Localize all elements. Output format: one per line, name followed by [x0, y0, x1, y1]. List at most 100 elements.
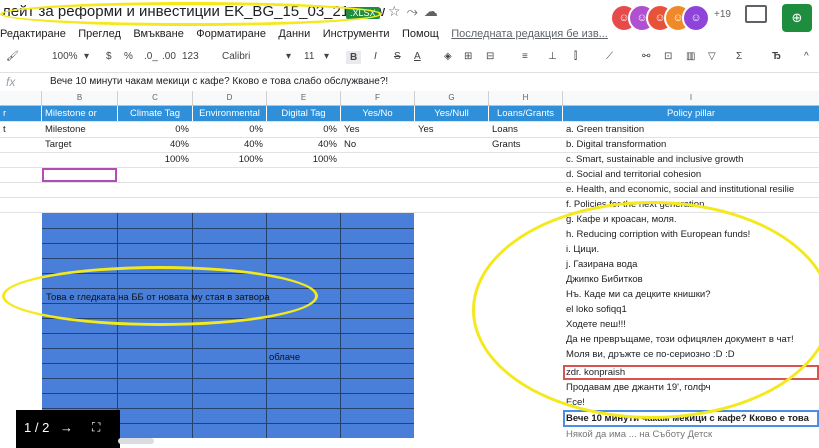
cell-c[interactable]: 40%: [118, 137, 192, 152]
paint-format-icon[interactable]: 🖌: [6, 51, 19, 62]
rotate-icon[interactable]: ⟋: [606, 51, 613, 62]
table-row: Target 40% 40% 40% No Grants b. Digital …: [0, 137, 819, 153]
row-header-corner[interactable]: [0, 91, 42, 105]
formula-content[interactable]: Вече 10 минути чакам мекици с кафе? Кков…: [50, 76, 388, 87]
move-icon[interactable]: ⤳: [407, 3, 424, 19]
column-header-i[interactable]: I: [563, 91, 819, 105]
cell-i[interactable]: c. Smart, sustainable and inclusive grow…: [563, 152, 819, 167]
column-header-e[interactable]: E: [267, 91, 341, 105]
cell-a[interactable]: t: [0, 122, 41, 137]
menu-help[interactable]: Помощ: [402, 28, 439, 40]
cell-c[interactable]: 0%: [118, 122, 192, 137]
font-chevron-down-icon[interactable]: ▾: [286, 51, 291, 62]
cell-i[interactable]: Някой да има ... на Съботу Детск: [563, 427, 819, 442]
comment-add-icon[interactable]: ⊡: [664, 51, 672, 62]
last-edit-link[interactable]: Последната редакция бе изв...: [451, 28, 608, 40]
grid-line: [42, 363, 414, 364]
cell-f[interactable]: No: [341, 137, 414, 152]
horizontal-scrollbar[interactable]: [118, 438, 154, 444]
cell-b[interactable]: Milestone: [42, 122, 117, 137]
cell-e-header[interactable]: Digital Tag: [267, 106, 340, 121]
cell-b-header[interactable]: Milestone or: [42, 106, 117, 121]
column-header-f[interactable]: F: [341, 91, 415, 105]
link-icon[interactable]: ⚯: [642, 51, 650, 62]
title-icons: ☆⤳☁: [388, 3, 444, 20]
italic-button[interactable]: I: [374, 51, 377, 62]
cell-i-header[interactable]: Policy pillar: [563, 106, 819, 121]
spreadsheet-grid[interactable]: r Milestone or Climate Tag Environmental…: [0, 106, 819, 448]
cell-a-header[interactable]: r: [0, 106, 41, 121]
cell-b[interactable]: Target: [42, 137, 117, 152]
comment-icon[interactable]: [745, 5, 767, 23]
zoom-select[interactable]: 100%: [52, 51, 78, 62]
cell-c-header[interactable]: Climate Tag: [118, 106, 192, 121]
size-chevron-down-icon[interactable]: ▾: [324, 51, 329, 62]
menu-format[interactable]: Форматиране: [196, 28, 266, 40]
percent-button[interactable]: %: [124, 51, 133, 62]
cell-e[interactable]: 40%: [267, 137, 340, 152]
valign-icon[interactable]: ⊥: [548, 51, 557, 62]
decrease-decimal-button[interactable]: .0_: [144, 51, 158, 62]
chart-icon[interactable]: ▥: [686, 51, 695, 62]
cell-e[interactable]: 100%: [267, 152, 340, 167]
menu-insert[interactable]: Вмъкване: [133, 28, 184, 40]
menu-tools[interactable]: Инструменти: [323, 28, 390, 40]
font-size-select[interactable]: 11: [304, 51, 314, 62]
cell-g[interactable]: Yes: [415, 122, 488, 137]
title-bar: лейт за реформи и инвестиции EK_BG_15_03…: [0, 0, 819, 32]
menu-edit[interactable]: Редактиране: [0, 28, 66, 40]
column-header-b[interactable]: B: [42, 91, 118, 105]
cell-d[interactable]: 100%: [193, 152, 266, 167]
next-arrow-icon[interactable]: →: [60, 420, 73, 435]
cell-f[interactable]: Yes: [341, 122, 414, 137]
zoom-chevron-down-icon[interactable]: ▾: [84, 51, 89, 62]
star-icon[interactable]: ☆: [388, 3, 407, 19]
column-header-g[interactable]: G: [415, 91, 489, 105]
cloud-text[interactable]: облаче: [269, 352, 300, 363]
text-color-button[interactable]: A: [414, 51, 421, 62]
cell-i[interactable]: d. Social and territorial cohesion: [563, 167, 819, 182]
cell-d[interactable]: 40%: [193, 137, 266, 152]
avatar-count[interactable]: +19: [714, 9, 731, 20]
collapse-chevron-icon[interactable]: ^: [804, 51, 809, 62]
font-select[interactable]: Calibri: [222, 51, 250, 62]
fill-color-icon[interactable]: ◈: [444, 51, 452, 62]
cell-g-header[interactable]: Yes/Null: [415, 106, 488, 121]
cell-i[interactable]: b. Digital transformation: [563, 137, 819, 152]
cell-i[interactable]: e. Health, and economic, social and inst…: [563, 182, 819, 197]
menu-view[interactable]: Преглед: [78, 28, 121, 40]
bb-highlight-ellipse: [2, 266, 318, 326]
cell-d[interactable]: 0%: [193, 122, 266, 137]
column-header-h[interactable]: H: [489, 91, 563, 105]
column-header-d[interactable]: D: [193, 91, 267, 105]
currency-button[interactable]: $: [106, 51, 112, 62]
borders-icon[interactable]: ⊞: [464, 51, 472, 62]
cell-e[interactable]: 0%: [267, 122, 340, 137]
align-left-icon[interactable]: ≡: [522, 51, 528, 62]
cell-i[interactable]: a. Green transition: [563, 122, 819, 137]
cell-c[interactable]: 100%: [118, 152, 192, 167]
wrap-icon[interactable]: ⫿: [574, 51, 577, 62]
input-tools-icon[interactable]: Ђ: [772, 51, 781, 62]
cloud-icon[interactable]: ☁: [424, 3, 444, 19]
filter-icon[interactable]: ▽: [708, 51, 716, 62]
number-format-button[interactable]: 123: [182, 51, 199, 62]
increase-decimal-button[interactable]: .00: [162, 51, 176, 62]
menu-data[interactable]: Данни: [278, 28, 310, 40]
cell-f-header[interactable]: Yes/No: [341, 106, 414, 121]
column-header-c[interactable]: C: [118, 91, 193, 105]
selected-cell[interactable]: [42, 168, 117, 182]
cell-h[interactable]: Loans: [489, 122, 562, 137]
table-row: t Milestone 0% 0% 0% Yes Yes Loans a. Gr…: [0, 122, 819, 138]
merge-icon[interactable]: ⊟: [486, 51, 494, 62]
strikethrough-button[interactable]: S: [394, 51, 401, 62]
share-button[interactable]: ⊕: [782, 4, 812, 32]
functions-icon[interactable]: Σ: [736, 51, 742, 62]
table-row: d. Social and territorial cohesion: [0, 167, 819, 183]
cell-h-header[interactable]: Loans/Grants: [489, 106, 562, 121]
cell-d-header[interactable]: Environmental: [193, 106, 266, 121]
cell-h[interactable]: Grants: [489, 137, 562, 152]
fullscreen-icon[interactable]: ⛶: [92, 420, 100, 435]
formula-bar[interactable]: fx Вече 10 минути чакам мекици с кафе? К…: [0, 72, 819, 92]
bold-button[interactable]: B: [346, 51, 362, 64]
